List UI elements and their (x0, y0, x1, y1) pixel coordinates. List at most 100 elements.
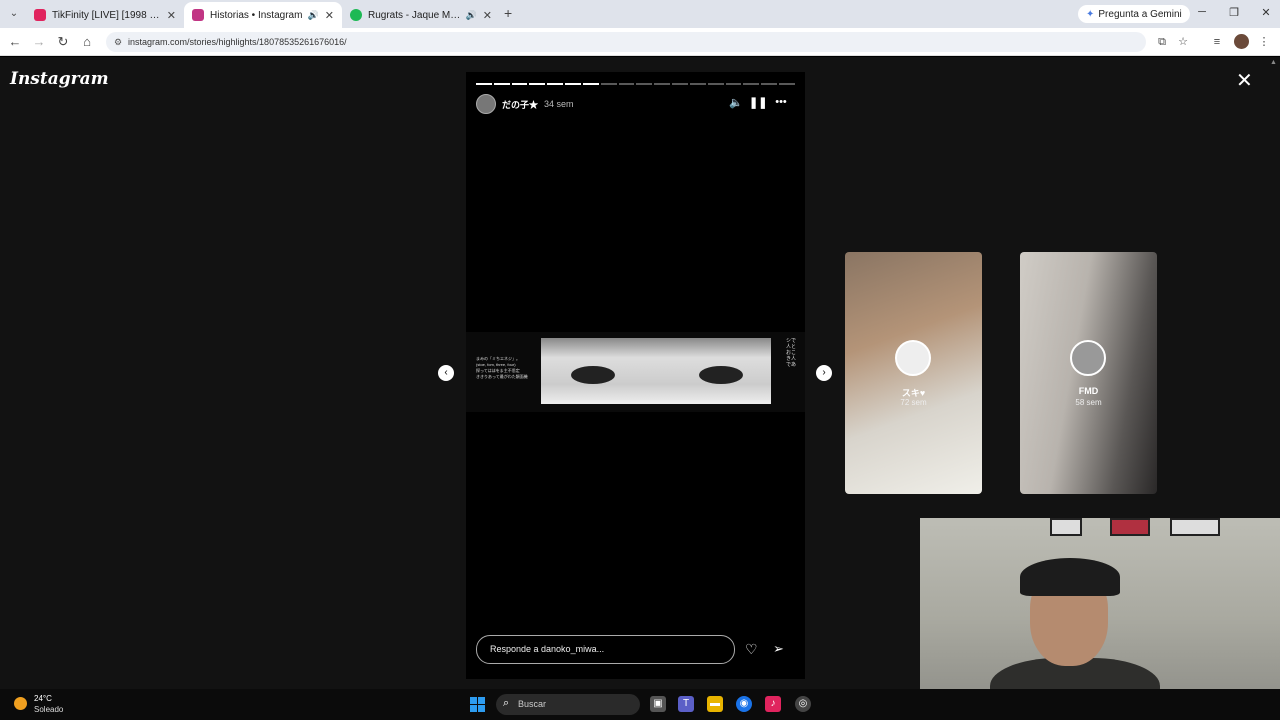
progress-segment (725, 83, 742, 85)
search-icon: ⌕ (503, 697, 510, 709)
tab-close-icon[interactable]: ✕ (167, 9, 176, 22)
install-icon[interactable]: ⧉ (1154, 34, 1170, 50)
reload-icon[interactable]: ↻ (55, 34, 71, 50)
story-time: 34 sem (544, 99, 574, 109)
person-cap (1020, 558, 1120, 596)
gemini-label: Pregunta a Gemini (1098, 8, 1182, 20)
chrome-icon[interactable]: ◉ (736, 696, 752, 712)
instagram-logo[interactable]: Instagram (10, 69, 109, 89)
teams-icon[interactable]: T (678, 696, 694, 712)
more-options-icon[interactable]: ••• (773, 96, 789, 108)
obs-icon[interactable]: ◎ (795, 696, 811, 712)
restore-icon[interactable]: ❐ (1226, 6, 1242, 19)
new-tab-button[interactable]: + (504, 6, 512, 20)
eyes-photo (541, 338, 771, 404)
story-side-text: シで人とおこき人であ (786, 338, 797, 368)
wall-frame (1050, 518, 1082, 536)
close-stories-button[interactable]: ✕ (1236, 71, 1253, 91)
pause-icon[interactable]: ❚❚ (749, 96, 767, 109)
progress-segment (636, 83, 653, 85)
bookmark-star-icon[interactable]: ☆ (1175, 34, 1191, 50)
audio-icon[interactable]: 🔊 (466, 10, 477, 21)
gemini-button[interactable]: ✦ Pregunta a Gemini (1078, 5, 1190, 23)
reply-input[interactable]: Responde a danoko_miwa... (476, 635, 735, 664)
story-image: まみの「ミちエネジ」。 (stoe, fom, three, four) 探って… (466, 332, 805, 412)
progress-segment (707, 83, 724, 85)
url-field[interactable]: ⚙ instagram.com/stories/highlights/18078… (106, 32, 1146, 52)
story-preview-card[interactable]: スキ♥ 72 sem (845, 252, 982, 494)
tab-title: Rugrats - Jaque Mate, Grup (368, 9, 462, 21)
tab-close-icon[interactable]: ✕ (325, 9, 334, 22)
file-explorer-icon[interactable]: ▬ (707, 696, 723, 712)
progress-segment (672, 83, 688, 85)
progress-segment (618, 83, 635, 85)
story-avatar[interactable] (476, 94, 496, 114)
audio-icon[interactable]: 🔊 (308, 10, 319, 21)
progress-segment (600, 83, 617, 85)
site-info-icon[interactable]: ⚙ (114, 32, 122, 52)
story-preview-card[interactable]: FMD 58 sem (1020, 252, 1157, 494)
windows-start-icon[interactable] (470, 697, 485, 712)
url-text: instagram.com/stories/highlights/1807853… (128, 37, 347, 47)
instagram-favicon-icon (192, 9, 204, 21)
reading-list-icon[interactable]: ≡ (1209, 34, 1225, 50)
progress-segment (743, 83, 760, 85)
weather-temperature[interactable]: 24°C (34, 694, 52, 703)
window-close-icon[interactable]: ✕ (1258, 6, 1274, 19)
tikfinity-icon[interactable]: ♪ (765, 696, 781, 712)
story-username[interactable]: だの子★ (502, 98, 538, 111)
gemini-spark-icon: ✦ (1086, 8, 1095, 20)
wall-frame (1170, 518, 1220, 536)
preview-time: 58 sem (1075, 398, 1102, 407)
tab-search-icon[interactable]: ⌄ (6, 6, 22, 22)
right-eye (699, 366, 743, 384)
tab-bar: ⌄ TikFinity [LIVE] [1998 Viewers] ✕ Hist… (0, 0, 1280, 28)
tab-rugrats[interactable]: Rugrats - Jaque Mate, Grup 🔊 ✕ (342, 2, 500, 28)
taskbar-search[interactable]: ⌕ Buscar (496, 694, 640, 715)
tab-instagram[interactable]: Historias • Instagram 🔊 ✕ (184, 2, 342, 28)
preview-avatar (1070, 340, 1106, 376)
left-eye (571, 366, 615, 384)
progress-segment (529, 83, 546, 85)
scrollbar-up-icon[interactable]: ▲ (1270, 59, 1277, 66)
progress-segment (689, 83, 706, 85)
progress-segment (779, 83, 795, 85)
progress-segment (511, 83, 528, 85)
next-story-button[interactable]: › (816, 365, 832, 381)
progress-segment (547, 83, 564, 85)
mute-icon[interactable]: 🔈 (728, 96, 744, 109)
progress-segment (654, 83, 671, 85)
spotify-favicon-icon (350, 9, 362, 21)
previous-story-button[interactable]: ‹ (438, 365, 454, 381)
story-viewer[interactable]: だの子★ 34 sem 🔈 ❚❚ ••• まみの「ミちエネジ」。 (stoe, … (466, 72, 805, 679)
wall-frame (1110, 518, 1150, 536)
profile-avatar[interactable] (1234, 34, 1249, 49)
search-label: Buscar (518, 699, 547, 709)
preview-avatar (895, 340, 931, 376)
forward-icon[interactable]: → (31, 34, 47, 50)
tab-close-icon[interactable]: ✕ (483, 9, 492, 22)
minimize-icon[interactable]: ─ (1194, 6, 1210, 18)
like-heart-icon[interactable]: ♡ (745, 641, 758, 658)
tab-tikfinity[interactable]: TikFinity [LIVE] [1998 Viewers] ✕ (26, 2, 184, 28)
preview-time: 72 sem (900, 398, 927, 407)
send-icon[interactable]: ➢ (773, 641, 784, 657)
tab-title: Historias • Instagram (210, 9, 303, 21)
story-caption: まみの「ミちエネジ」。 (stoe, fom, three, four) 探って… (476, 356, 538, 380)
tikfinity-favicon-icon (34, 9, 46, 21)
back-icon[interactable]: ← (7, 34, 23, 50)
caption-line: ききりあって最がわた類面機 (476, 374, 528, 379)
story-progress-bar (476, 83, 795, 85)
home-icon[interactable]: ⌂ (79, 34, 95, 50)
taskbar: 24°C Soleado ⌕ Buscar ▣ T ▬ ◉ ♪ ◎ (0, 689, 1280, 720)
browser-menu-icon[interactable]: ⋮ (1256, 34, 1272, 50)
progress-segment (761, 83, 778, 85)
progress-segment (493, 83, 510, 85)
preview-username: FMD (1078, 386, 1099, 396)
weather-condition[interactable]: Soleado (34, 705, 63, 714)
weather-sun-icon[interactable] (14, 697, 27, 710)
task-view-icon[interactable]: ▣ (650, 696, 666, 712)
tab-title: TikFinity [LIVE] [1998 Viewers] (52, 9, 161, 21)
story-header: だの子★ 34 sem (476, 94, 574, 114)
progress-segment (565, 83, 581, 85)
